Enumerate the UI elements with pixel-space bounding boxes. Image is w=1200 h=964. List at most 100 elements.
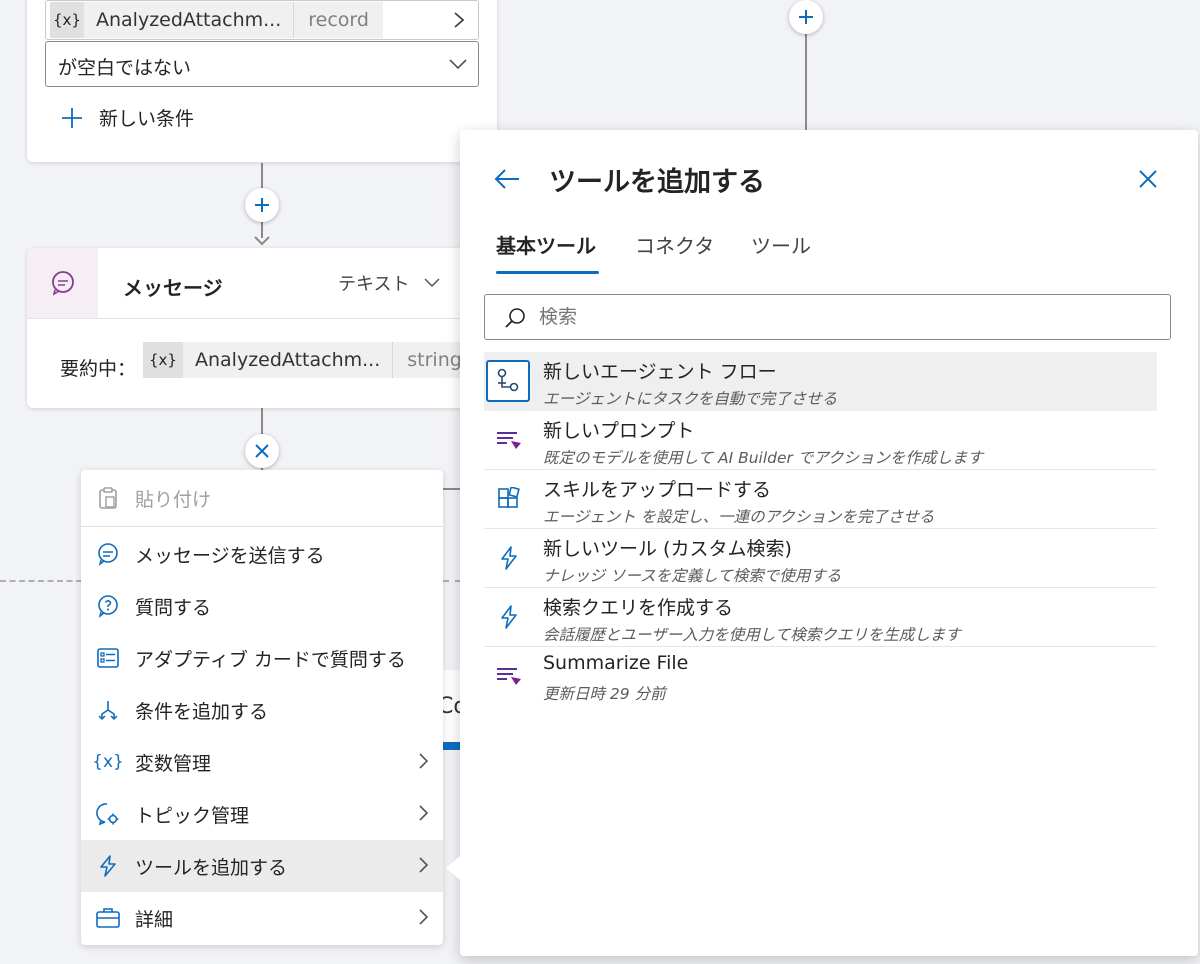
variable-icon: {x}: [50, 2, 84, 38]
tool-title: 検索クエリを作成する: [543, 597, 734, 619]
question-icon: [95, 593, 121, 619]
variable-name: AnalyzedAttachm...: [195, 349, 381, 371]
prompt-icon: [494, 425, 524, 455]
chat-bubble-icon: [51, 271, 74, 296]
chevron-right-icon: [419, 805, 429, 821]
tool-item-custom-search[interactable]: 新しいツール (カスタム検索) ナレッジ ソースを定義して検索で使用する: [484, 529, 1157, 588]
chat-bubble-icon: [95, 541, 121, 567]
dashed-divider: [443, 580, 461, 582]
panel-title: ツールを追加する: [549, 167, 765, 198]
chevron-down-icon: [449, 59, 467, 70]
search-box[interactable]: [484, 294, 1171, 340]
canvas-line: [443, 488, 460, 490]
add-tool-panel: ツールを追加する 基本ツール コネクタ ツール 新しいエージェント フロー エー…: [460, 130, 1198, 956]
message-card[interactable]: メッセージ テキスト 要約中： {x} AnalyzedAttachm... s…: [27, 248, 497, 408]
card-divider: [27, 318, 497, 319]
variable-name: AnalyzedAttachm...: [96, 9, 282, 31]
chevron-right-icon: [419, 909, 429, 925]
menu-item-label: 質問する: [135, 596, 212, 619]
chevron-right-icon: [419, 753, 429, 769]
close-icon[interactable]: [1137, 168, 1159, 190]
lightning-icon: [95, 853, 121, 879]
skill-icon: [494, 484, 524, 514]
lightning-icon: [494, 602, 524, 632]
plus-icon: [62, 107, 82, 128]
menu-item-label: 貼り付け: [135, 488, 212, 511]
briefcase-icon: [95, 905, 121, 931]
menu-item-topic-management[interactable]: トピック管理: [81, 788, 443, 840]
tool-title: Summarize File: [543, 652, 689, 674]
message-type-label: テキスト: [338, 274, 410, 295]
menu-item-add-condition[interactable]: 条件を追加する: [81, 684, 443, 736]
search-icon: [505, 308, 525, 328]
tool-subtitle: 既定のモデルを使用して AI Builder でアクションを作成します: [543, 449, 984, 467]
dashed-divider: [0, 580, 82, 582]
tool-item-new-agent-flow[interactable]: 新しいエージェント フロー エージェントにタスクを自動で完了させる: [484, 352, 1157, 411]
flyout-pointer: [446, 856, 460, 880]
flow-icon: [486, 360, 530, 402]
form-card-icon: [95, 645, 121, 671]
add-node-button[interactable]: [245, 188, 279, 222]
topic-gear-icon: [95, 801, 121, 827]
variable-icon: {x}: [143, 342, 183, 378]
message-prefix: 要約中：: [60, 358, 137, 380]
prompt-icon: [494, 661, 524, 691]
menu-item-send-message[interactable]: メッセージを送信する: [81, 528, 443, 580]
connector-line: [805, 30, 807, 130]
chevron-right-icon: [419, 857, 429, 873]
tool-title: 新しいエージェント フロー: [543, 361, 777, 383]
menu-item-details[interactable]: 詳細: [81, 892, 443, 944]
menu-item-label: 詳細: [135, 908, 174, 931]
tab-basic-tools[interactable]: 基本ツール: [496, 230, 596, 259]
back-arrow-icon[interactable]: [493, 167, 521, 191]
tab-underline: [496, 271, 599, 274]
menu-item-label: メッセージを送信する: [135, 544, 325, 567]
hidden-card-accent: [443, 742, 461, 750]
close-icon: [255, 444, 269, 458]
menu-item-variable-management[interactable]: {x} 変数管理: [81, 736, 443, 788]
tool-subtitle: エージェント を設定し、一連のアクションを完了させる: [543, 508, 935, 526]
menu-item-label: 変数管理: [135, 752, 212, 775]
tool-item-create-search-query[interactable]: 検索クエリを作成する 会話履歴とユーザー入力を使用して検索クエリを生成します: [484, 588, 1157, 647]
message-card-icon-area: [27, 248, 98, 318]
condition-card: {x} AnalyzedAttachm... record が空白ではない 新し…: [27, 0, 497, 162]
search-input[interactable]: [539, 303, 1139, 331]
variable-type: record: [293, 2, 383, 38]
tool-title: 新しいツール (カスタム検索): [543, 538, 792, 560]
chevron-right-icon: [454, 12, 465, 28]
variable-picker[interactable]: {x} AnalyzedAttachm... record: [45, 0, 479, 40]
context-menu: 貼り付け メッセージを送信する 質問する アダプティブ カードで質問する 条件を…: [81, 470, 443, 945]
branch-icon: [95, 697, 121, 723]
add-node-button[interactable]: [789, 0, 823, 34]
menu-item-add-tool[interactable]: ツールを追加する: [81, 840, 443, 892]
menu-item-label: アダプティブ カードで質問する: [135, 648, 406, 671]
message-variable-chip[interactable]: {x} AnalyzedAttachm... string: [143, 342, 497, 378]
tool-subtitle: エージェントにタスクを自動で完了させる: [543, 390, 838, 408]
operator-value: が空白ではない: [58, 57, 192, 79]
tab-tools[interactable]: ツール: [751, 230, 811, 259]
variable-icon: {x}: [92, 752, 124, 772]
tool-title: 新しいプロンプト: [543, 420, 695, 442]
tool-item-upload-skill[interactable]: スキルをアップロードする エージェント を設定し、一連のアクションを完了させる: [484, 470, 1157, 529]
tab-connectors[interactable]: コネクタ: [635, 230, 714, 259]
menu-item-label: 条件を追加する: [135, 700, 269, 723]
menu-item-paste[interactable]: 貼り付け: [81, 472, 443, 524]
menu-item-adaptive-card[interactable]: アダプティブ カードで質問する: [81, 632, 443, 684]
close-menu-button[interactable]: [245, 434, 279, 468]
message-card-title: メッセージ: [123, 276, 223, 300]
lightning-icon: [494, 543, 524, 573]
chevron-down-icon: [424, 278, 440, 288]
tool-item-summarize-file[interactable]: Summarize File 更新日時 29 分前: [484, 647, 1157, 706]
message-type-dropdown[interactable]: テキスト: [338, 270, 441, 296]
new-condition-button[interactable]: 新しい条件: [61, 104, 194, 131]
menu-item-ask-question[interactable]: 質問する: [81, 580, 443, 632]
tool-subtitle: 会話履歴とユーザー入力を使用して検索クエリを生成します: [543, 626, 961, 644]
tool-item-new-prompt[interactable]: 新しいプロンプト 既定のモデルを使用して AI Builder でアクションを作…: [484, 411, 1157, 470]
tool-subtitle: ナレッジ ソースを定義して検索で使用する: [543, 567, 842, 585]
plus-icon: [799, 10, 813, 24]
menu-divider: [81, 526, 443, 527]
operator-dropdown[interactable]: が空白ではない: [45, 41, 479, 87]
plus-icon: [255, 198, 269, 212]
clipboard-icon: [95, 485, 121, 511]
tool-title: スキルをアップロードする: [543, 479, 772, 501]
